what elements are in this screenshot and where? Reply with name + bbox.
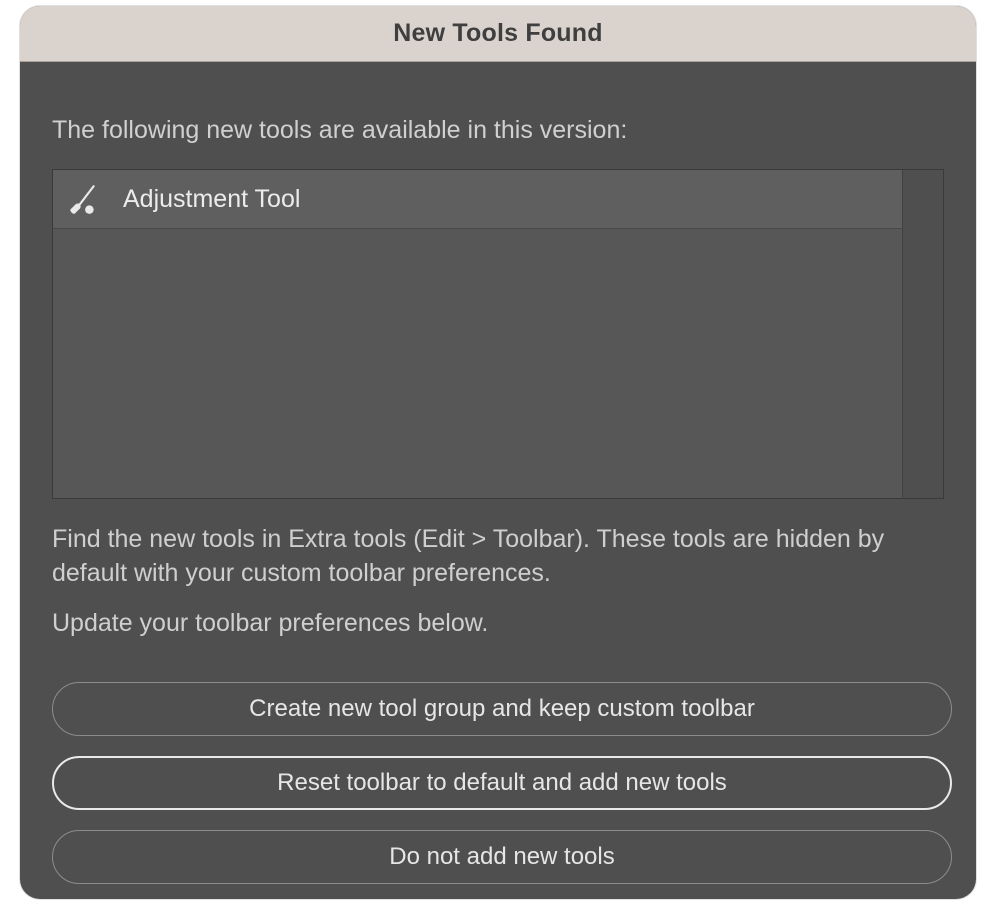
tool-label: Adjustment Tool — [123, 185, 300, 214]
new-tools-dialog: New Tools Found The following new tools … — [20, 6, 976, 899]
intro-text: The following new tools are available in… — [52, 116, 944, 145]
do-not-add-button[interactable]: Do not add new tools — [52, 830, 952, 884]
hint-text-1: Find the new tools in Extra tools (Edit … — [52, 523, 944, 591]
dialog-title: New Tools Found — [393, 19, 602, 48]
dialog-body: The following new tools are available in… — [20, 62, 976, 899]
create-group-button[interactable]: Create new tool group and keep custom to… — [52, 682, 952, 736]
reset-toolbar-button[interactable]: Reset toolbar to default and add new too… — [52, 756, 952, 810]
adjustment-brush-icon — [65, 181, 101, 217]
titlebar: New Tools Found — [20, 6, 976, 62]
tool-list-scrollbar[interactable] — [902, 170, 943, 498]
tool-row[interactable]: Adjustment Tool — [53, 170, 913, 229]
tool-list[interactable]: Adjustment Tool — [52, 169, 944, 499]
hint-text-2: Update your toolbar preferences below. — [52, 609, 944, 638]
